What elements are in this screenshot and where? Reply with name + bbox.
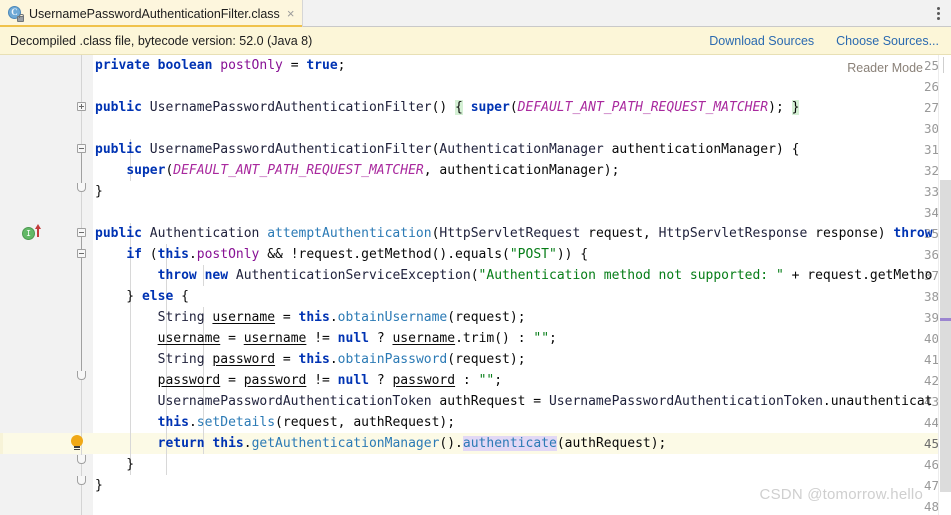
code-line-41: String password = this.obtainPassword(re… <box>157 352 526 367</box>
choose-sources-link[interactable]: Choose Sources... <box>836 34 939 48</box>
code-line-42: password = password != null ? password :… <box>157 373 503 388</box>
code-row[interactable]: public UsernamePasswordAuthenticationFil… <box>93 97 951 118</box>
code-row[interactable] <box>93 496 951 515</box>
code-text-area[interactable]: private boolean postOnly = true; public … <box>93 55 951 515</box>
code-line-32: super(DEFAULT_ANT_PATH_REQUEST_MATCHER, … <box>126 163 620 178</box>
kebab-menu-icon[interactable] <box>925 0 951 26</box>
code-row[interactable]: } <box>93 454 951 475</box>
java-class-icon: C <box>8 6 24 22</box>
scrollbar-caret-marker <box>940 318 951 321</box>
code-line-31: public UsernamePasswordAuthenticationFil… <box>95 142 800 157</box>
code-row[interactable]: super(DEFAULT_ANT_PATH_REQUEST_MATCHER, … <box>93 160 951 181</box>
code-line-43: UsernamePasswordAuthenticationToken auth… <box>157 394 933 409</box>
code-editor[interactable]: 25 26 27 30 31 32 33 34 35 36 37 38 39 4… <box>0 55 951 515</box>
ide-editor-window: C UsernamePasswordAuthenticationFilter.c… <box>0 0 951 515</box>
close-icon[interactable]: × <box>286 7 296 20</box>
method-override-icon[interactable]: I <box>22 227 35 240</box>
editor-tab-username-password-authentication-filter[interactable]: C UsernamePasswordAuthenticationFilter.c… <box>0 0 304 27</box>
download-sources-link[interactable]: Download Sources <box>709 34 814 48</box>
code-line-27: public UsernamePasswordAuthenticationFil… <box>95 100 800 115</box>
code-line-44: this.setDetails(request, authRequest); <box>157 415 456 430</box>
code-row[interactable]: public UsernamePasswordAuthenticationFil… <box>93 139 951 160</box>
code-line-38: } else { <box>95 289 189 304</box>
fold-collapse-icon-line36[interactable] <box>77 249 86 258</box>
code-line-47: } <box>95 478 103 493</box>
code-row[interactable]: if (this.postOnly && !request.getMethod(… <box>93 244 951 265</box>
tab-bar-spacer <box>303 0 925 26</box>
code-row[interactable]: } <box>93 181 951 202</box>
code-line-40: username = username != null ? username.t… <box>157 331 557 346</box>
decompiled-class-banner: Decompiled .class file, bytecode version… <box>0 27 951 55</box>
fold-collapse-icon-line35[interactable] <box>77 228 86 237</box>
code-row[interactable] <box>93 118 951 139</box>
code-line-33: } <box>95 184 103 199</box>
code-line-37: throw new AuthenticationServiceException… <box>157 268 933 283</box>
code-row[interactable]: } <box>93 475 951 496</box>
scrollbar-thumb[interactable] <box>940 180 951 492</box>
fold-region-line31 <box>81 153 82 183</box>
code-row[interactable]: String password = this.obtainPassword(re… <box>93 349 951 370</box>
code-line-46: } <box>95 457 135 472</box>
code-row[interactable]: private boolean postOnly = true; <box>93 55 951 76</box>
fold-collapse-icon-line31[interactable] <box>77 144 86 153</box>
code-row[interactable] <box>93 76 951 97</box>
editor-tab-bar: C UsernamePasswordAuthenticationFilter.c… <box>0 0 951 27</box>
fold-region-end-line46 <box>77 371 86 380</box>
code-row[interactable] <box>93 202 951 223</box>
code-line-45: return this.getAuthenticationManager().a… <box>157 436 667 451</box>
fold-region-end-line47 <box>77 455 86 464</box>
code-row-current[interactable]: return this.getAuthenticationManager().a… <box>93 433 951 454</box>
intention-bulb-icon[interactable] <box>70 435 84 451</box>
fold-region-end-line48 <box>77 476 86 485</box>
fold-region-end-line33 <box>77 183 86 192</box>
code-line-39: String username = this.obtainUsername(re… <box>157 310 526 325</box>
code-row[interactable]: password = password != null ? password :… <box>93 370 951 391</box>
editor-tab-label: UsernamePasswordAuthenticationFilter.cla… <box>29 6 280 21</box>
code-line-35: public Authentication attemptAuthenticat… <box>95 226 933 241</box>
fold-expand-icon-line27[interactable] <box>77 102 86 111</box>
editor-vertical-scrollbar[interactable] <box>938 55 951 515</box>
reader-mode-label[interactable]: Reader Mode <box>845 61 925 75</box>
code-line-36: if (this.postOnly && !request.getMethod(… <box>126 247 589 262</box>
code-row[interactable]: username = username != null ? username.t… <box>93 328 951 349</box>
code-row[interactable]: this.setDetails(request, authRequest); <box>93 412 951 433</box>
code-row[interactable]: } else { <box>93 286 951 307</box>
code-row[interactable]: throw new AuthenticationServiceException… <box>93 265 951 286</box>
code-row[interactable]: String username = this.obtainUsername(re… <box>93 307 951 328</box>
banner-message: Decompiled .class file, bytecode version… <box>10 33 313 48</box>
code-row[interactable]: public Authentication attemptAuthenticat… <box>93 223 951 244</box>
scrollbar-top-tick <box>943 57 944 73</box>
code-line-25: private boolean postOnly = true; <box>95 58 346 73</box>
code-row[interactable]: UsernamePasswordAuthenticationToken auth… <box>93 391 951 412</box>
